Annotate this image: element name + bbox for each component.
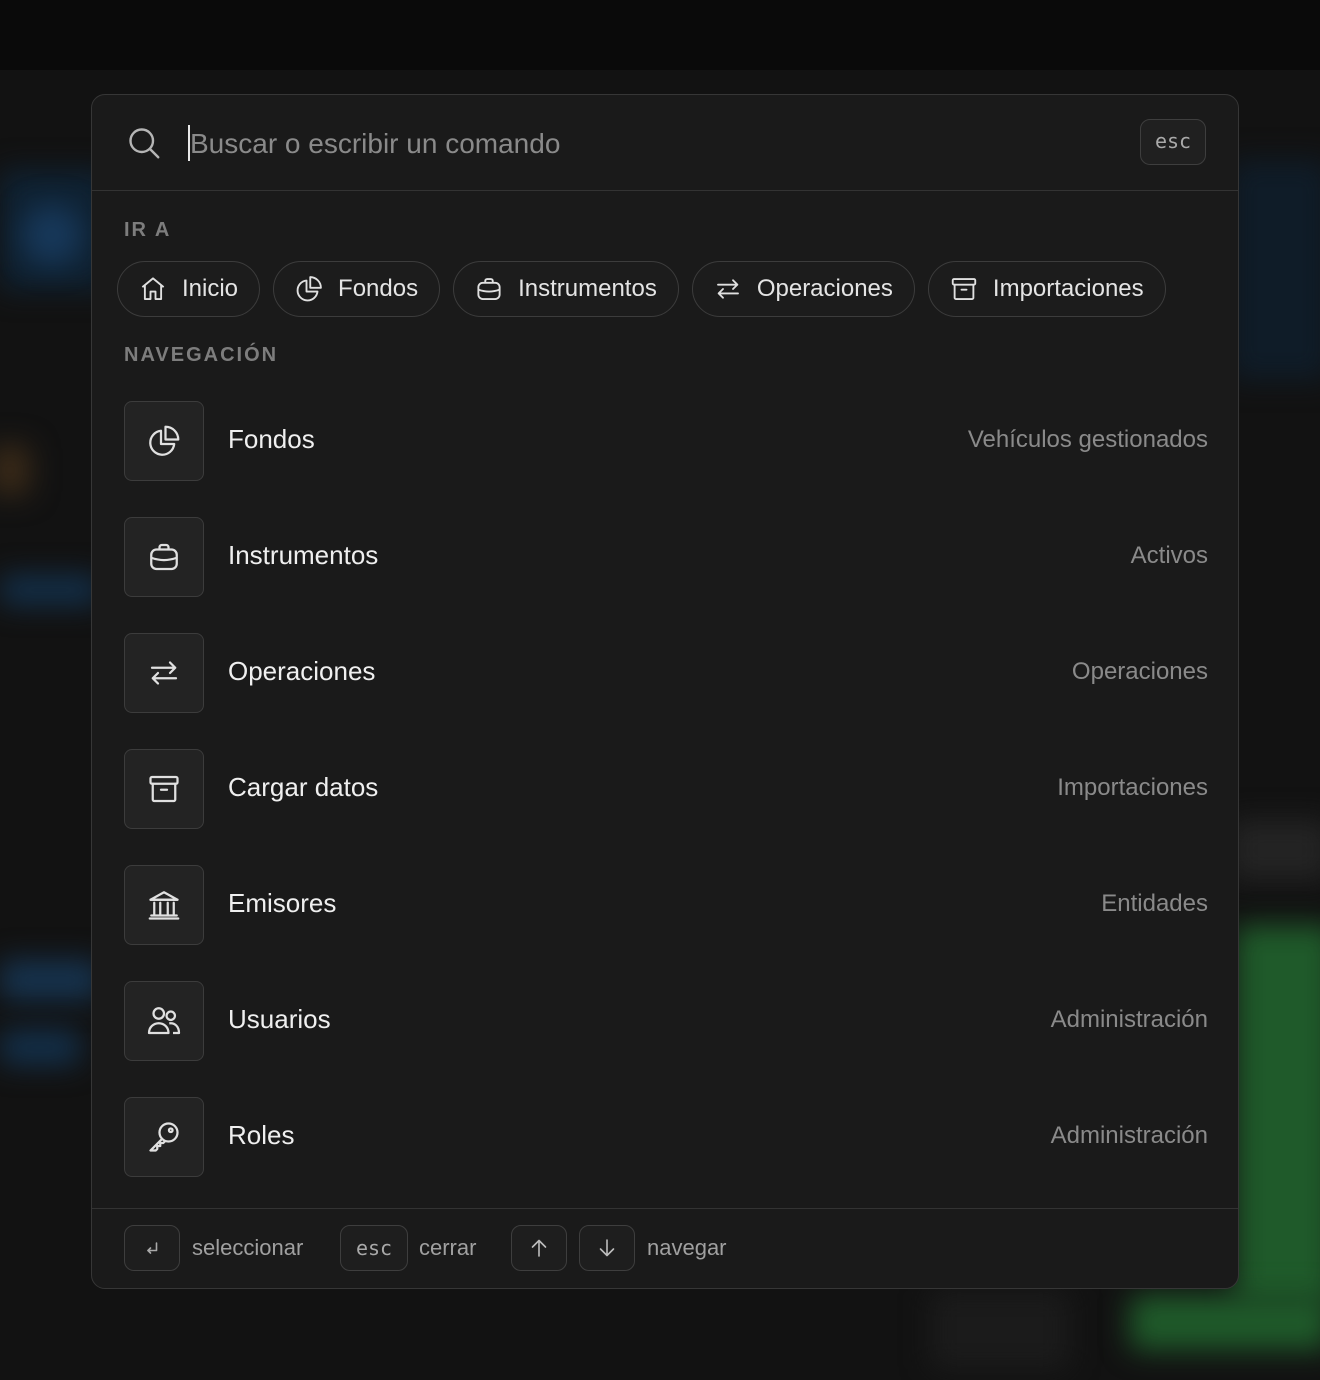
nav-item-description: Operaciones xyxy=(1071,658,1208,685)
esc-key: esc xyxy=(340,1225,408,1271)
chip-importaciones[interactable]: Importaciones xyxy=(927,261,1166,317)
arrow-down-icon xyxy=(599,1239,615,1257)
quick-links: Inicio Fondos Instrumentos Operaciones I… xyxy=(117,261,1166,317)
nav-icon-box xyxy=(124,633,204,713)
search-input[interactable] xyxy=(188,121,1092,167)
chip-label: Importaciones xyxy=(992,275,1144,302)
enter-icon xyxy=(147,1242,158,1254)
users-icon xyxy=(147,1007,181,1035)
nav-item-fondos[interactable]: Fondos Vehículos gestionados xyxy=(124,401,1208,481)
text-caret xyxy=(188,125,190,161)
chip-label: Operaciones xyxy=(756,275,893,302)
nav-item-label: Operaciones xyxy=(228,656,376,686)
nav-item-description: Importaciones xyxy=(1057,774,1208,801)
home-icon xyxy=(141,277,165,300)
pie-chart-icon xyxy=(149,425,180,456)
nav-icon-box xyxy=(124,865,204,945)
section-label-go-to: IR A xyxy=(124,219,172,241)
nav-item-label: Fondos xyxy=(228,424,315,454)
navigation-list: Fondos Vehículos gestionados Instrumento… xyxy=(124,401,1208,1213)
nav-item-emisores[interactable]: Emisores Entidades xyxy=(124,865,1208,945)
nav-item-description: Vehículos gestionados xyxy=(967,426,1208,453)
nav-item-cargar-datos[interactable]: Cargar datos Importaciones xyxy=(124,749,1208,829)
background-blur xyxy=(0,575,100,605)
section-label-navigation: NAVEGACIÓN xyxy=(124,344,279,366)
search-bar: esc xyxy=(92,95,1238,191)
enter-key xyxy=(124,1225,180,1271)
background-blur xyxy=(22,205,82,265)
nav-icon-box xyxy=(124,749,204,829)
nav-item-description: Administración xyxy=(1050,1122,1208,1149)
nav-item-description: Entidades xyxy=(1101,890,1208,917)
pie-chart-icon xyxy=(296,276,322,302)
background-blur xyxy=(0,445,30,495)
briefcase-icon xyxy=(150,543,178,571)
nav-item-instrumentos[interactable]: Instrumentos Activos xyxy=(124,517,1208,597)
background-blur xyxy=(0,960,100,1000)
nav-icon-box xyxy=(124,517,204,597)
background-blur xyxy=(1235,925,1320,1305)
nav-icon-box xyxy=(124,981,204,1061)
nav-icon-box xyxy=(124,401,204,481)
nav-item-label: Roles xyxy=(228,1120,295,1150)
chip-label: Instrumentos xyxy=(518,275,657,302)
nav-item-label: Cargar datos xyxy=(228,772,379,802)
keyboard-hints-footer: seleccionar esc cerrar navegar xyxy=(92,1208,1238,1288)
nav-item-operaciones[interactable]: Operaciones Operaciones xyxy=(124,633,1208,713)
chip-fondos[interactable]: Fondos xyxy=(273,261,441,317)
nav-item-label: Instrumentos xyxy=(228,540,379,570)
chip-label: Inicio xyxy=(182,275,239,302)
nav-item-description: Activos xyxy=(1130,542,1208,569)
bank-icon xyxy=(148,891,180,920)
hint-select: seleccionar xyxy=(192,1235,304,1260)
key-icon xyxy=(149,1122,179,1152)
background-blur xyxy=(1230,820,1320,880)
background-blur xyxy=(930,1290,1070,1370)
background-blur xyxy=(1130,1295,1320,1350)
nav-icon-box xyxy=(124,1097,204,1177)
nav-item-description: Administración xyxy=(1050,1006,1208,1033)
nav-item-label: Emisores xyxy=(228,888,337,918)
esc-button[interactable]: esc xyxy=(1140,119,1206,165)
nav-item-roles[interactable]: Roles Administración xyxy=(124,1097,1208,1177)
briefcase-icon xyxy=(477,278,501,300)
chip-inicio[interactable]: Inicio xyxy=(117,261,261,317)
archive-icon xyxy=(951,278,977,300)
search-icon xyxy=(129,128,160,159)
nav-item-label: Usuarios xyxy=(228,1004,331,1034)
arrow-up-key xyxy=(511,1225,567,1271)
chip-instrumentos[interactable]: Instrumentos xyxy=(453,261,679,317)
background-blur xyxy=(0,1030,80,1065)
nav-item-usuarios[interactable]: Usuarios Administración xyxy=(124,981,1208,1061)
chip-operaciones[interactable]: Operaciones xyxy=(691,261,915,317)
background-top-bar xyxy=(0,0,1320,70)
archive-icon xyxy=(149,775,179,803)
background-blur xyxy=(1230,160,1320,380)
chip-label: Fondos xyxy=(338,275,419,302)
arrows-exchange-icon xyxy=(150,661,178,685)
command-palette: esc IR A Inicio Fondos Instrumentos Oper… xyxy=(91,94,1239,1289)
arrow-up-icon xyxy=(531,1239,547,1257)
hint-close: cerrar xyxy=(419,1235,477,1260)
arrows-exchange-icon xyxy=(716,279,739,299)
arrow-down-key xyxy=(579,1225,635,1271)
hint-navigate: navegar xyxy=(647,1235,727,1260)
